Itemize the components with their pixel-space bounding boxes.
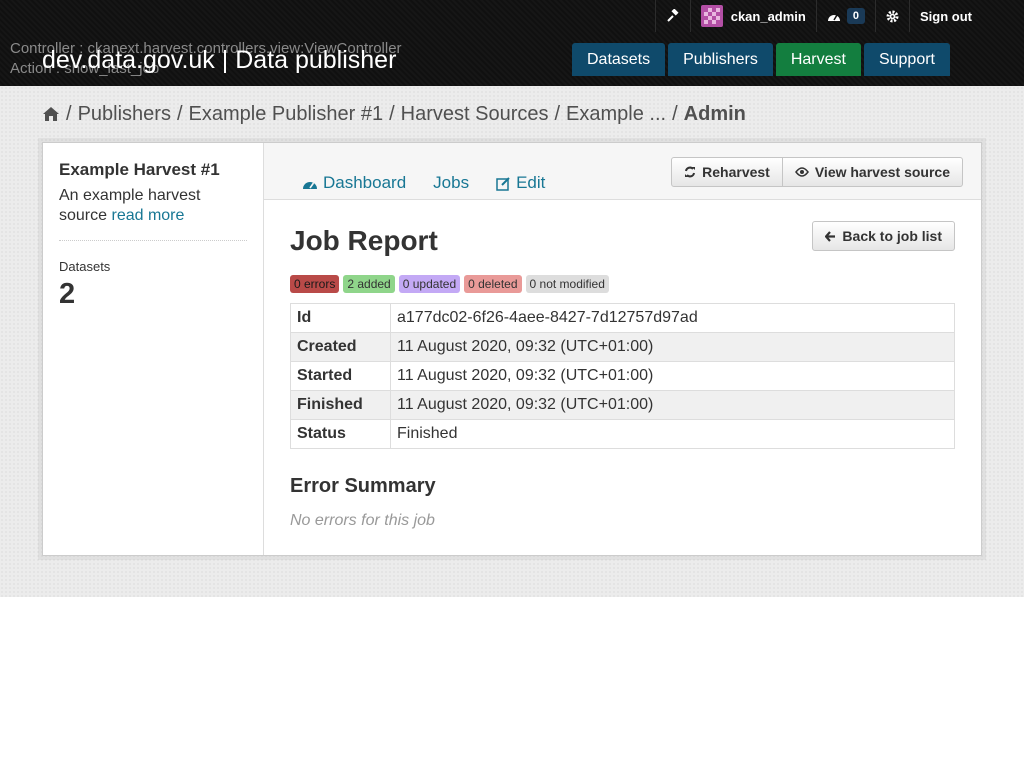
tab-edit-label: Edit	[516, 173, 546, 192]
tab-edit[interactable]: Edit	[496, 173, 545, 193]
table-row: Finished 11 August 2020, 09:32 (UTC+01:0…	[290, 390, 955, 420]
view-source-button[interactable]: View harvest source	[782, 157, 963, 187]
breadcrumb-publishers[interactable]: Publishers	[78, 102, 171, 126]
view-source-label: View harvest source	[814, 164, 950, 180]
job-details-table: Id a177dc02-6f26-4aee-8427-7d12757d97ad …	[290, 303, 955, 449]
dashboard-link[interactable]: 0	[815, 0, 875, 32]
datasets-label: Datasets	[59, 259, 111, 274]
breadcrumb: / Publishers / Example Publisher #1 / Ha…	[42, 102, 746, 126]
back-label: Back to job list	[842, 228, 942, 244]
refresh-icon	[685, 166, 696, 178]
main-nav: Datasets Publishers Harvest Support	[571, 43, 950, 76]
site-title[interactable]: dev.data.gov.uk | Data publisher	[42, 45, 396, 75]
content-header: Dashboard Jobs Edit Reharvest View harve…	[264, 143, 981, 200]
not-modified-badge: 0 not modified	[525, 275, 609, 293]
eye-icon	[794, 167, 809, 177]
tab-dashboard[interactable]: Dashboard	[302, 173, 406, 193]
datasets-count: 2	[59, 278, 76, 310]
breadcrumb-separator: /	[176, 103, 183, 125]
tab-jobs-label: Jobs	[433, 173, 470, 192]
home-icon[interactable]	[42, 106, 60, 122]
nav-support[interactable]: Support	[863, 43, 950, 76]
gavel-icon	[667, 9, 679, 22]
row-key: Created	[290, 332, 391, 362]
breadcrumb-harvest-sources[interactable]: Harvest Sources	[401, 102, 549, 126]
dashboard-icon	[827, 14, 840, 21]
sidebar: Example Harvest #1 An example harvest so…	[43, 143, 264, 555]
table-row: Id a177dc02-6f26-4aee-8427-7d12757d97ad	[290, 303, 955, 333]
arrow-left-icon	[825, 230, 836, 242]
table-row: Started 11 August 2020, 09:32 (UTC+01:00…	[290, 361, 955, 391]
account-bar: ckan_admin 0 Sign out	[654, 0, 1024, 32]
gear-icon	[886, 10, 899, 22]
job-report: Job Report Back to job list 0 errors 2 a…	[290, 221, 955, 530]
reharvest-label: Reharvest	[702, 164, 770, 180]
settings-link[interactable]	[875, 0, 909, 32]
avatar	[700, 5, 723, 27]
source-description: An example harvest source read more	[59, 186, 247, 241]
row-key: Status	[290, 419, 391, 449]
table-row: Created 11 August 2020, 09:32 (UTC+01:00…	[290, 332, 955, 362]
breadcrumb-separator: /	[554, 103, 561, 125]
breadcrumb-separator: /	[389, 103, 395, 125]
reharvest-button[interactable]: Reharvest	[671, 157, 783, 187]
deleted-badge: 0 deleted	[464, 275, 522, 293]
row-value: 11 August 2020, 09:32 (UTC+01:00)	[390, 390, 955, 420]
sign-out-label: Sign out	[920, 8, 972, 24]
nav-harvest[interactable]: Harvest	[775, 43, 861, 76]
breadcrumb-current: Admin	[683, 103, 746, 125]
user-link[interactable]: ckan_admin	[689, 0, 816, 32]
errors-badge: 0 errors	[290, 275, 340, 293]
no-errors-message: No errors for this job	[290, 512, 435, 529]
masthead: ckan_admin 0 Sign out Controller : ckane…	[0, 0, 1024, 86]
row-key: Started	[290, 361, 391, 391]
row-value: 11 August 2020, 09:32 (UTC+01:00)	[390, 332, 955, 362]
edit-icon	[496, 176, 510, 191]
header-actions: Reharvest View harvest source	[671, 157, 963, 187]
breadcrumb-source[interactable]: Example ...	[566, 102, 666, 126]
updated-badge: 0 updated	[398, 275, 461, 293]
tab-jobs[interactable]: Jobs	[433, 173, 469, 193]
nav-datasets[interactable]: Datasets	[571, 43, 666, 76]
table-row: Status Finished	[290, 419, 955, 449]
breadcrumb-separator: /	[66, 103, 72, 125]
main-content: Dashboard Jobs Edit Reharvest View harve…	[264, 143, 981, 555]
nav-publishers[interactable]: Publishers	[668, 43, 773, 76]
sign-out-link[interactable]: Sign out	[909, 0, 1024, 32]
read-more-link[interactable]: read more	[111, 207, 184, 224]
tabs: Dashboard Jobs Edit	[302, 173, 545, 193]
sysadmin-link[interactable]	[654, 0, 690, 32]
breadcrumb-publisher[interactable]: Example Publisher #1	[189, 102, 384, 126]
added-badge: 2 added	[343, 275, 395, 293]
dashboard-icon	[303, 181, 317, 189]
row-value: 11 August 2020, 09:32 (UTC+01:00)	[390, 361, 955, 391]
source-title: Example Harvest #1	[59, 160, 220, 179]
row-value: Finished	[390, 419, 955, 449]
username: ckan_admin	[730, 8, 806, 24]
back-to-job-list-button[interactable]: Back to job list	[812, 221, 955, 251]
row-key: Id	[290, 303, 391, 333]
main-area: / Publishers / Example Publisher #1 / Ha…	[0, 86, 1024, 597]
row-value: a177dc02-6f26-4aee-8427-7d12757d97ad	[390, 303, 955, 333]
tab-dashboard-label: Dashboard	[323, 173, 407, 192]
activity-badge: 0	[846, 8, 865, 24]
error-summary-heading: Error Summary	[290, 475, 436, 497]
row-key: Finished	[290, 390, 391, 420]
content-wrapper: Example Harvest #1 An example harvest so…	[42, 142, 982, 556]
breadcrumb-separator: /	[672, 103, 678, 125]
status-labels: 0 errors 2 added 0 updated 0 deleted 0 n…	[290, 275, 955, 293]
